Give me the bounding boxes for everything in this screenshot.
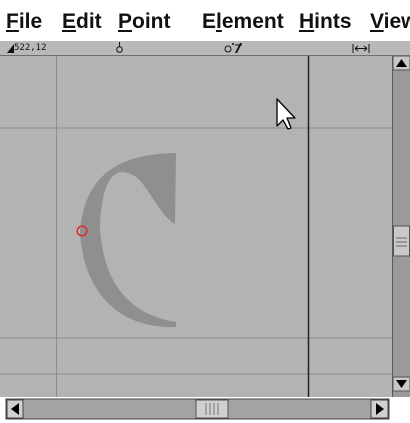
menu-file[interactable]: File [6,9,42,35]
glyph-canvas-drawing [0,56,392,397]
glyph-canvas[interactable] [0,56,392,397]
glyph-outline[interactable] [80,153,176,328]
menu-hints[interactable]: Hints [299,9,352,35]
menu-file-label: ile [18,10,43,33]
menu-element-label: ement [221,10,284,33]
horizontal-scrollbar-art [5,398,390,420]
vertical-scrollbar-art [393,56,410,392]
menu-edit-label: dit [76,10,102,33]
mouse-pointer-icon [276,98,296,130]
cursor-coords: 522,12 [14,43,47,53]
info-bar: 522,12 [0,40,410,56]
menu-edit[interactable]: Edit [62,9,102,35]
horizontal-scrollbar[interactable] [0,397,392,423]
menu-hints-label: ints [314,10,352,33]
vertical-scroll-thumb[interactable] [393,225,410,257]
point-marker-icon [116,42,123,53]
menu-point-mnemonic: P [118,10,133,33]
menu-view-label: iew [383,10,410,33]
menu-view[interactable]: View [370,9,410,35]
vertical-scrollbar[interactable] [392,56,410,397]
menu-file-mnemonic: F [6,10,19,33]
menu-point[interactable]: Point [118,9,171,35]
angle-icon [224,43,242,53]
menu-edit-mnemonic: E [62,10,77,33]
width-arrows-icon [352,44,370,53]
menu-element[interactable]: Element [202,9,284,35]
menu-point-label: oint [132,10,171,33]
menu-bar: File Edit Point Element Hints View [0,0,410,40]
menu-hints-mnemonic: H [299,10,315,33]
scrollbar-corner [392,397,410,423]
menu-element-prefix: E [202,10,217,33]
horizontal-scroll-thumb[interactable] [195,399,229,419]
menu-view-mnemonic: V [370,10,384,33]
